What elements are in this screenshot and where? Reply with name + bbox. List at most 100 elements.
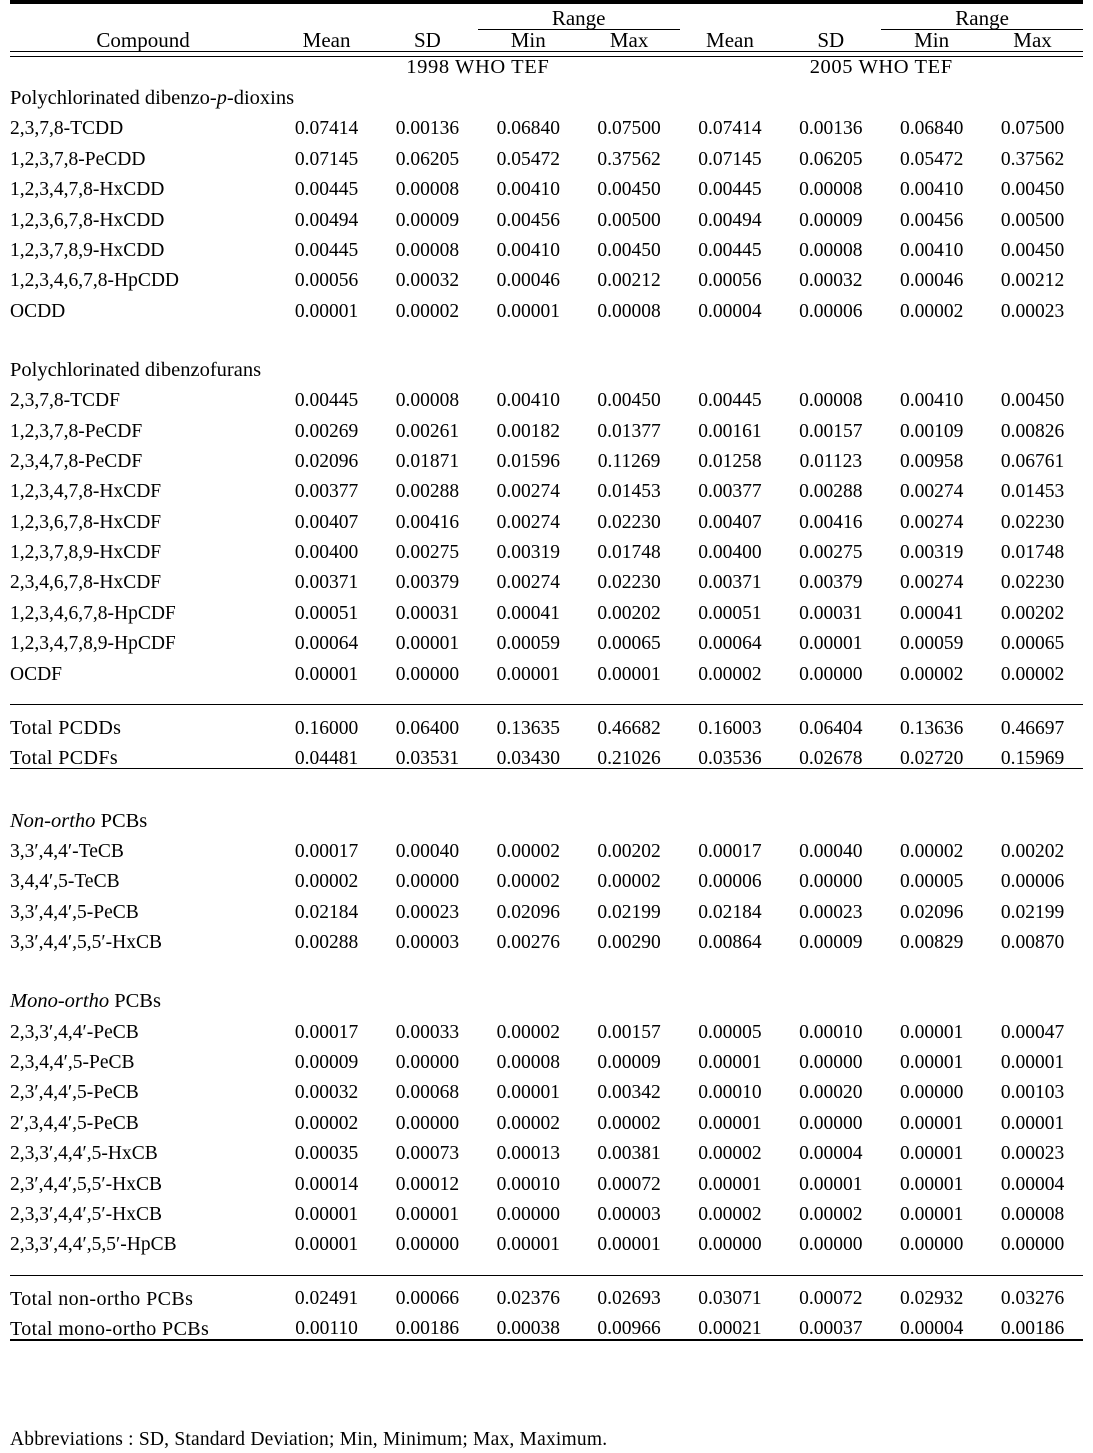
section-heading-row: Polychlorinated dibenzo-p-dioxins — [10, 78, 1083, 109]
cell-value-4: 0.00290 — [597, 932, 661, 954]
cell-value-1: 0.00400 — [294, 542, 359, 564]
cell-value-6: 0.00000 — [799, 1112, 863, 1134]
cell-value-6: 0.00031 — [799, 602, 863, 624]
compound-label: 1,2,3,4,7,8,9-HpCDF — [10, 633, 176, 655]
cell-value-8: 0.00023 — [1000, 1143, 1065, 1165]
cell-value-2: 0.00000 — [395, 1112, 460, 1134]
cell-value-3: 0.00002 — [496, 1021, 560, 1043]
cell-value-4: 0.00009 — [597, 1051, 661, 1073]
cell-value-8: 0.00004 — [1000, 1173, 1065, 1195]
cell-value-1: 0.00002 — [294, 871, 359, 893]
header-max-1998: Max — [609, 28, 649, 52]
cell-value-6: 0.00023 — [799, 901, 863, 923]
cell-value-2: 0.00008 — [395, 390, 460, 412]
cell-value-2: 0.00068 — [395, 1082, 460, 1104]
total-cell-value-6: 0.00037 — [799, 1318, 863, 1340]
cell-value-2: 0.00008 — [395, 179, 460, 201]
cell-value-6: 0.00008 — [799, 179, 863, 201]
compound-label: 2,3,3′,4,4′,5′-HxCB — [10, 1203, 163, 1225]
pre-totals-gap — [10, 684, 1083, 705]
section-title-italic: p — [216, 87, 227, 109]
total-cell-value-5: 0.00021 — [698, 1318, 762, 1340]
cell-value-3: 0.00274 — [496, 511, 560, 533]
tef-band-row: 1998 WHO TEF 2005 WHO TEF — [10, 57, 1083, 78]
cell-value-6: 0.00416 — [799, 511, 863, 533]
compound-label: 1,2,3,4,7,8-HxCDD — [10, 179, 165, 201]
cell-value-6: 0.06205 — [799, 148, 863, 170]
total-row: Total PCDDs 0.16000 0.06400 0.13635 0.46682 0… — [10, 708, 1083, 738]
cell-value-2: 0.06205 — [395, 148, 460, 170]
table-body-dioxin-totals: Total PCDDs 0.16000 0.06400 0.13635 0.46682 0… — [10, 708, 1083, 769]
cell-value-6: 0.00002 — [799, 1203, 863, 1225]
cell-value-8: 0.37562 — [1000, 148, 1065, 170]
cell-value-6: 0.00008 — [799, 390, 863, 412]
cell-value-1: 0.00445 — [294, 390, 359, 412]
header-min-2005: Min — [914, 28, 950, 52]
compound-label: 1,2,3,7,8,9-HxCDF — [10, 542, 162, 564]
cell-value-5: 0.00002 — [698, 1143, 762, 1165]
cell-value-4: 0.00342 — [597, 1082, 661, 1104]
cell-value-2: 0.01871 — [395, 450, 460, 472]
cell-value-7: 0.00001 — [899, 1203, 964, 1225]
cell-value-5: 0.00010 — [698, 1082, 762, 1104]
cell-value-4: 0.00157 — [597, 1021, 661, 1043]
total-cell-value-2: 0.00066 — [395, 1288, 460, 1310]
cell-value-4: 0.00381 — [597, 1143, 661, 1165]
cell-value-2: 0.00000 — [395, 663, 460, 685]
section-title: Polychlorinated dibenzofurans — [10, 358, 262, 381]
table-row: 2,3,4,4′,5-PeCB 0.00009 0.00000 0.00008 0.00… — [10, 1042, 1083, 1073]
total-cell-value-5: 0.16003 — [698, 717, 762, 739]
table-row: 1,2,3,7,8,9-HxCDF 0.00400 0.00275 0.00319 0.… — [10, 532, 1083, 564]
total-cell-value-4: 0.21026 — [597, 747, 661, 769]
total-cell-value-8: 0.46697 — [1000, 717, 1065, 739]
cell-value-1: 0.00014 — [294, 1173, 359, 1195]
cell-value-3: 0.06840 — [496, 118, 560, 140]
table-row: 2,3,7,8-TCDD 0.07414 0.00136 0.06840 0.07500… — [10, 109, 1083, 139]
cell-value-4: 0.01453 — [597, 481, 661, 503]
cell-value-5: 0.00006 — [698, 871, 762, 893]
compound-label: 2,3′,4,4′,5,5′-HxCB — [10, 1173, 163, 1195]
cell-value-2: 0.00136 — [395, 118, 460, 140]
cell-value-8: 0.00826 — [1000, 420, 1065, 442]
header-row-primary: Compound Mean SD Range Mean SD Range — [10, 8, 1083, 50]
compound-label: 3,3′,4,4′-TeCB — [10, 841, 124, 863]
cell-value-4: 0.00450 — [597, 390, 661, 412]
cell-value-4: 0.00450 — [597, 179, 661, 201]
section-title: Polychlorinated dibenzo-p-dioxins — [10, 87, 295, 109]
cell-value-5: 0.00064 — [698, 633, 762, 655]
table-row: 2,3′,4,4′,5-PeCB 0.00032 0.00068 0.00001 0.0… — [10, 1072, 1083, 1104]
total-cell-value-5: 0.03536 — [698, 747, 762, 769]
table-body-pcb-sections: Non-ortho PCBs 3,3′,4,4′-TeCB 0.00017 0.000… — [10, 772, 1083, 1275]
cell-value-5: 0.00002 — [698, 1203, 762, 1225]
cell-value-7: 0.00000 — [899, 1234, 964, 1256]
section-heading-row: Non-ortho PCBs — [10, 800, 1083, 831]
table-row: 2,3′,4,4′,5,5′-HxCB 0.00014 0.00012 0.00010… — [10, 1164, 1083, 1194]
cell-value-8: 0.02199 — [1000, 901, 1065, 923]
cell-value-7: 0.00410 — [899, 390, 964, 412]
table-row: 2,3,4,7,8-PeCDF 0.02096 0.01871 0.01596 0.11… — [10, 441, 1083, 472]
table-body-pcb-totals: Total non-ortho PCBs 0.02491 0.00066 0.0237… — [10, 1279, 1083, 1340]
cell-value-6: 0.00010 — [799, 1021, 863, 1043]
cell-value-8: 0.00002 — [1000, 663, 1065, 685]
cell-value-5: 0.00445 — [698, 390, 762, 412]
cell-value-6: 0.00000 — [799, 871, 863, 893]
cell-value-7: 0.00319 — [899, 542, 964, 564]
cell-value-8: 0.00006 — [1000, 871, 1065, 893]
cell-value-5: 0.00000 — [698, 1234, 762, 1256]
cell-value-1: 0.00002 — [294, 1112, 359, 1134]
compound-label: 3,3′,4,4′,5-PeCB — [10, 901, 139, 923]
table-row: 1,2,3,4,6,7,8-HpCDF 0.00051 0.00031 0.00041… — [10, 593, 1083, 623]
total-cell-value-7: 0.02932 — [899, 1288, 964, 1310]
total-cell-value-6: 0.06404 — [799, 717, 863, 739]
total-row: Total mono-ortho PCBs 0.00110 0.00186 0.000… — [10, 1309, 1083, 1340]
compound-label: 1,2,3,6,7,8-HxCDD — [10, 209, 165, 231]
total-cell-value-8: 0.03276 — [1000, 1288, 1065, 1310]
cell-value-4: 0.00202 — [597, 841, 661, 863]
cell-value-3: 0.00001 — [496, 300, 560, 322]
cell-value-7: 0.00456 — [899, 209, 964, 231]
compound-label: 2,3,3′,4,4′,5-HxCB — [10, 1143, 158, 1165]
cell-value-6: 0.00008 — [799, 239, 863, 261]
cell-value-7: 0.00041 — [899, 602, 964, 624]
cell-value-3: 0.02096 — [496, 901, 560, 923]
cell-value-1: 0.02184 — [294, 901, 359, 923]
